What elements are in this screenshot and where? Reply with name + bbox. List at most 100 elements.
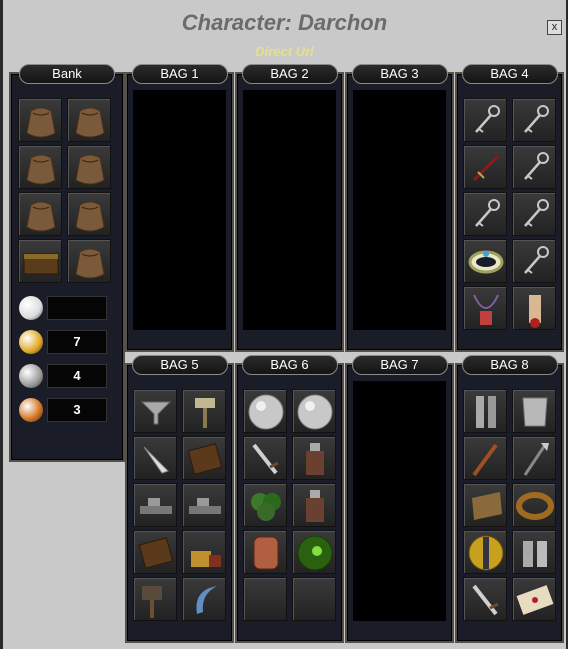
greaves-icon [476,396,496,428]
gold-coin-icon [19,330,43,354]
bag-title: BAG 7 [351,355,448,375]
bag-title: BAG 2 [241,64,338,84]
bag-panel: BAG 4 [455,64,564,352]
bag-panel: BAG 3 [345,64,454,352]
bag-slot[interactable] [243,530,287,574]
key-icon [475,199,500,227]
bag-slot[interactable] [512,239,556,283]
bag-panel: BAG 5 [125,355,234,643]
bag-slot[interactable] [463,389,507,433]
bag-slot[interactable] [512,530,556,574]
mallet-icon [142,586,162,618]
bag-slot[interactable] [463,577,507,621]
bag-slot[interactable] [512,98,556,142]
direct-url-link[interactable]: Direct Url [3,44,566,59]
chest-icon [23,253,59,275]
bag-slot[interactable] [182,483,226,527]
bank-slot[interactable] [18,98,62,142]
bag-slot[interactable] [512,286,556,330]
bag-slot[interactable] [512,145,556,189]
scroll-icon [529,295,541,328]
bag-slot[interactable] [463,286,507,330]
bag-slot[interactable] [133,389,177,433]
bag-slot[interactable] [463,436,507,480]
plane-tool-icon [140,498,172,514]
bag-slot[interactable] [133,436,177,480]
leather-icon [472,492,502,520]
bank-slot[interactable] [67,239,111,283]
bracelet-icon [468,250,504,274]
bank-title: Bank [19,64,115,84]
bag-slot[interactable] [463,192,507,236]
plane-tool-icon [189,498,221,514]
amulet-icon [473,294,499,325]
bag-slot[interactable] [133,577,177,621]
bag-panel: BAG 6 [235,355,344,643]
bag-panel: BAG 7 [345,355,454,643]
currency-amount [47,296,107,320]
bag-slot[interactable] [463,530,507,574]
bank-slot[interactable] [18,145,62,189]
sword-icon [252,443,279,475]
bag-slot[interactable] [243,436,287,480]
bag-slot[interactable] [463,145,507,189]
key-icon [524,246,549,274]
sickle-icon [196,586,217,614]
sack-icon [75,248,105,279]
bag-slot[interactable] [512,436,556,480]
bag-slot[interactable] [243,577,287,621]
bag-slot[interactable] [133,530,177,574]
bag-title: BAG 5 [131,355,228,375]
bag-slot[interactable] [292,436,336,480]
bag-slot[interactable] [463,239,507,283]
bag-slot[interactable] [512,389,556,433]
bank-slot[interactable] [67,192,111,236]
bag-slot[interactable] [512,192,556,236]
bag-contents-dark [353,381,446,621]
letter-icon [516,585,554,615]
bag-slot[interactable] [463,98,507,142]
bag-slot[interactable] [243,389,287,433]
hammer-icon [195,398,215,428]
bag-panel: BAG 2 [235,64,344,352]
bag-slot[interactable] [292,389,336,433]
bag-contents-dark [133,90,226,330]
bag-slot[interactable] [292,483,336,527]
bag-slot[interactable] [182,530,226,574]
bag-slot[interactable] [292,577,336,621]
currency-amount: 4 [47,364,107,388]
bag-slot[interactable] [182,577,226,621]
sack-icon [75,201,105,232]
bag-slot[interactable] [512,483,556,527]
bank-panel: Bank 7 4 3 [9,64,125,462]
sack-icon [75,107,105,138]
bag-slot[interactable] [292,530,336,574]
bank-slot[interactable] [67,145,111,189]
flask-icon [306,490,324,522]
copper-coin-icon [19,398,43,422]
bag-slot[interactable] [182,436,226,480]
green-orb-icon [297,535,333,571]
spear-icon [523,443,549,476]
bag-slot[interactable] [512,577,556,621]
book-icon [138,537,174,569]
bank-slot[interactable] [18,239,62,283]
bag-slot[interactable] [463,483,507,527]
sack-icon [26,154,56,185]
bag-slot[interactable] [133,483,177,527]
key-icon [524,105,549,133]
drum-icon [253,536,279,570]
window-title: Character: Darchon [181,10,388,35]
bank-slot[interactable] [67,98,111,142]
currency-amount: 3 [47,398,107,422]
bag-slot[interactable] [243,483,287,527]
bank-slot[interactable] [18,192,62,236]
bag-title: BAG 8 [461,355,558,375]
sack-icon [26,107,56,138]
lock-icon [191,551,221,567]
close-button[interactable]: x [547,20,562,35]
shield-icon [468,535,504,571]
platinum-coin-icon [19,296,43,320]
bag-slot[interactable] [182,389,226,433]
dagger-icon [472,154,500,182]
